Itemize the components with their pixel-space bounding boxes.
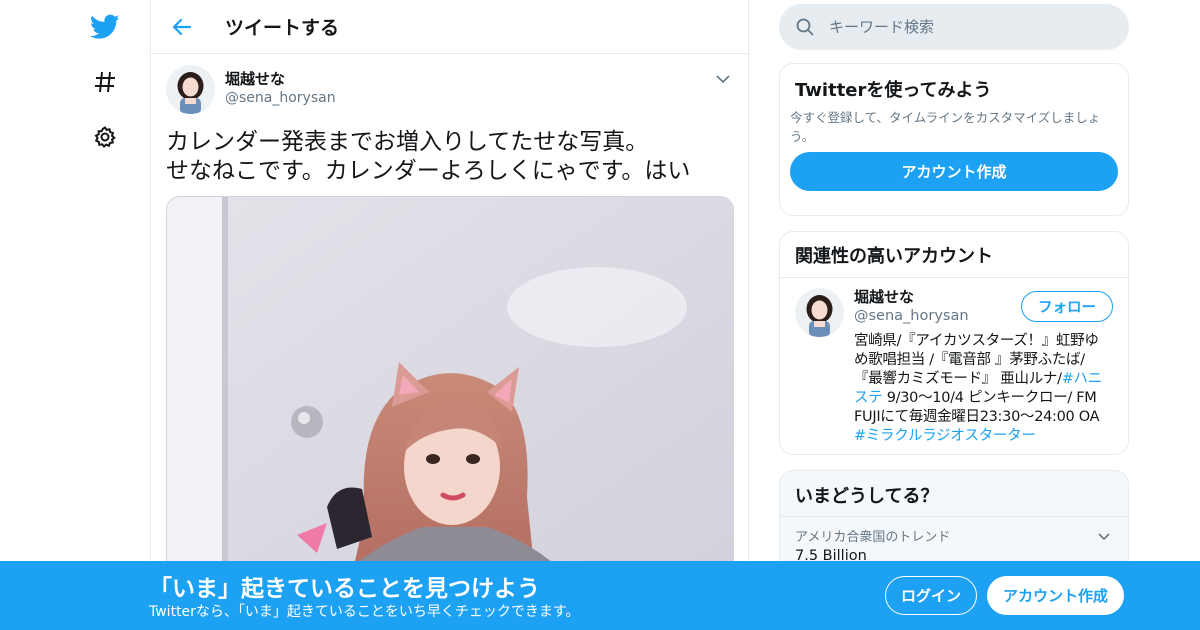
- back-arrow-icon[interactable]: [167, 12, 197, 42]
- banner-title: 「いま」起きていることを見つけよう: [149, 576, 540, 602]
- author-name[interactable]: 堀越せな: [225, 70, 336, 89]
- main-column: ツイートする 堀越せな @sena_horysan カレンダー発表までお増入りし…: [150, 0, 749, 630]
- tweet-text-line: せなねこです。カレンダーよろしくにゃです。はい: [166, 158, 691, 184]
- bio-line: 宮崎県/『アイカツスターズ！』虹野ゆ: [854, 333, 1099, 349]
- bio-text: 『最響カミズモード』 亜山ルナ/: [854, 371, 1062, 387]
- hashtag-icon[interactable]: [88, 65, 122, 99]
- bio-line: ステ 9/30〜10/4 ピンキークロー/ FM: [854, 389, 1113, 408]
- signup-card: Twitterを使ってみよう 今すぐ登録して、タイムラインをカスタマイズしましょ…: [779, 63, 1129, 216]
- login-button[interactable]: ログイン: [885, 576, 977, 615]
- search-icon: [795, 17, 815, 37]
- banner-signup-button[interactable]: アカウント作成: [987, 576, 1124, 615]
- tweet-text: カレンダー発表までお増入りしてたせな写真。 せなねこです。カレンダーよろしくにゃ…: [166, 128, 733, 186]
- tweet-photo[interactable]: [166, 196, 734, 596]
- search-box[interactable]: [779, 4, 1129, 50]
- signup-banner: 「いま」起きていることを見つけよう Twitterなら、「いま」起きていることを…: [0, 561, 1200, 630]
- related-account: 堀越せな @sena_horysan 宮崎県/『アイカツスターズ！』虹野ゆ め歌…: [780, 278, 1128, 454]
- bio-line: #ミラクルラジオスターター: [854, 427, 1113, 446]
- hashtag-link[interactable]: #ハニ: [1062, 371, 1103, 387]
- trend-context: アメリカ合衆国のトレンド: [795, 530, 951, 545]
- related-accounts-card: 関連性の高いアカウント 堀越せな @sena_horysan 宮崎県/『アイカツ…: [779, 231, 1129, 455]
- main-header: ツイートする: [151, 0, 748, 54]
- avatar[interactable]: [166, 64, 215, 114]
- create-account-button[interactable]: アカウント作成: [790, 152, 1118, 191]
- tweet: 堀越せな @sena_horysan カレンダー発表までお増入りしてたせな写真。…: [151, 54, 748, 606]
- chevron-down-icon[interactable]: [1096, 529, 1112, 545]
- signup-card-title: Twitterを使ってみよう: [795, 80, 992, 101]
- tweet-author: 堀越せな @sena_horysan: [166, 64, 733, 114]
- bio-text: 9/30〜10/4 ピンキークロー/ FM: [882, 390, 1097, 406]
- bio-line: FUJIにて毎週金曜日23:30〜24:00 OA: [854, 409, 1100, 425]
- trends-title: いまどうしてる？: [795, 486, 939, 507]
- follow-button[interactable]: フォロー: [1021, 291, 1113, 322]
- avatar[interactable]: [795, 288, 844, 337]
- hashtag-link[interactable]: #ミラクルラジオスターター: [854, 428, 1036, 444]
- left-nav: [0, 0, 150, 630]
- signup-card-description: 今すぐ登録して、タイムラインをカスタマイズしましょう。: [790, 110, 1101, 144]
- related-accounts-title: 関連性の高いアカウント: [795, 246, 993, 267]
- twitter-logo-icon[interactable]: [88, 10, 122, 44]
- author-handle[interactable]: @sena_horysan: [225, 89, 336, 108]
- related-account-bio: 宮崎県/『アイカツスターズ！』虹野ゆ め歌唱担当 /『電音部 』茅野ふたば/ 『…: [854, 332, 1113, 446]
- page-title: ツイートする: [225, 17, 340, 39]
- bio-line: 『最響カミズモード』 亜山ルナ/#ハニ: [854, 370, 1113, 389]
- search-input[interactable]: [829, 18, 1089, 36]
- gear-icon[interactable]: [88, 120, 122, 154]
- hashtag-link[interactable]: ステ: [854, 390, 883, 406]
- tweet-text-line: カレンダー発表までお増入りしてたせな写真。: [166, 129, 649, 155]
- chevron-down-icon[interactable]: [714, 70, 732, 88]
- banner-subtitle: Twitterなら、「いま」起きていることをいち早くチェックできます。: [149, 604, 580, 620]
- bio-line: め歌唱担当 /『電音部 』茅野ふたば/: [854, 352, 1085, 368]
